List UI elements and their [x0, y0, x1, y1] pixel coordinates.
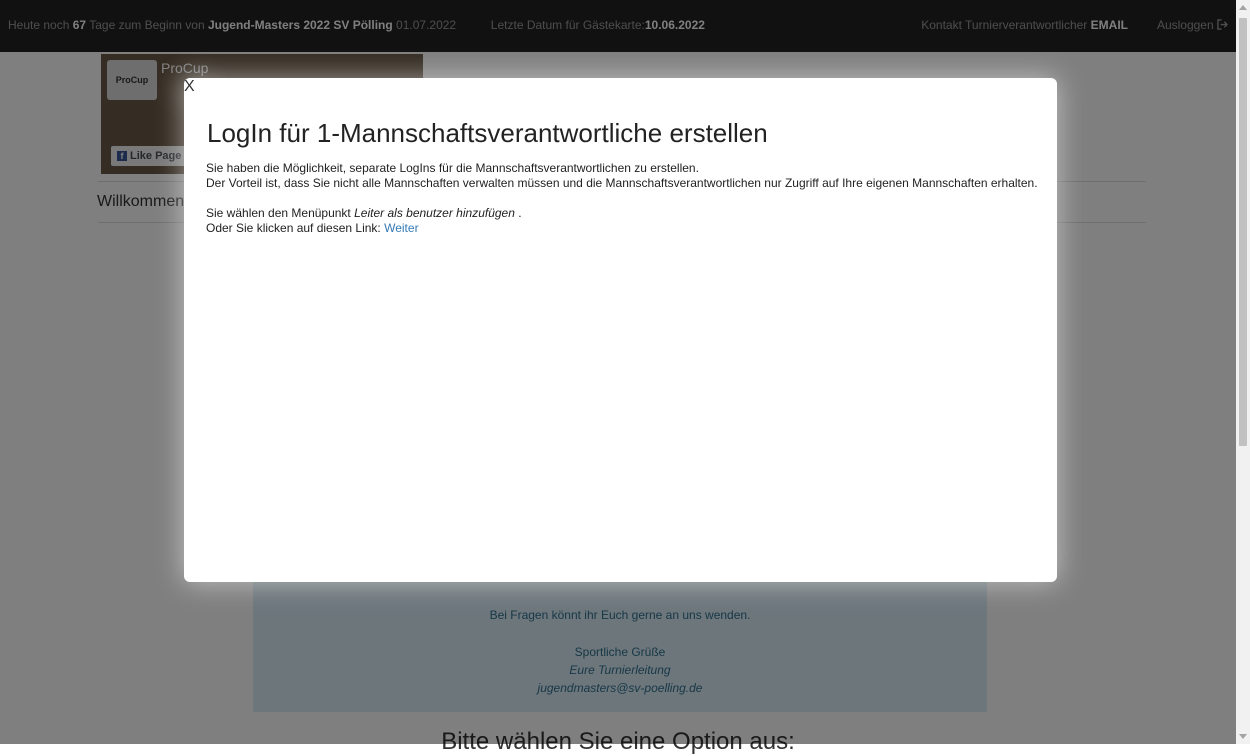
modal-title: LogIn für 1-Mannschaftsverantwortliche e…: [207, 118, 768, 148]
link-prefix: Oder Sie klicken auf diesen Link:: [206, 221, 381, 235]
modal-line-2: Der Vorteil ist, dass Sie nicht alle Man…: [206, 176, 1038, 190]
page-scrollbar[interactable]: [1236, 0, 1250, 744]
info-modal: LogIn für 1-Mannschaftsverantwortliche e…: [184, 78, 1057, 582]
modal-body: Sie haben die Möglichkeit, separate LogI…: [206, 161, 1046, 236]
modal-close-button[interactable]: X: [184, 78, 202, 96]
weiter-link[interactable]: Weiter: [384, 221, 418, 235]
menu-prefix: Sie wählen den Menüpunkt: [206, 206, 351, 220]
menu-item-name: Leiter als benutzer hinzufügen: [354, 206, 515, 220]
menu-suffix: .: [518, 206, 522, 220]
scroll-up-arrow-icon[interactable]: [1239, 5, 1247, 10]
modal-link-instruction: Oder Sie klicken auf diesen Link: Weiter: [206, 221, 1046, 236]
modal-line-1: Sie haben die Möglichkeit, separate LogI…: [206, 161, 699, 175]
modal-menu-instruction: Sie wählen den Menüpunkt Leiter als benu…: [206, 206, 1046, 221]
scroll-down-arrow-icon[interactable]: [1239, 734, 1247, 739]
scrollbar-thumb[interactable]: [1239, 18, 1247, 446]
